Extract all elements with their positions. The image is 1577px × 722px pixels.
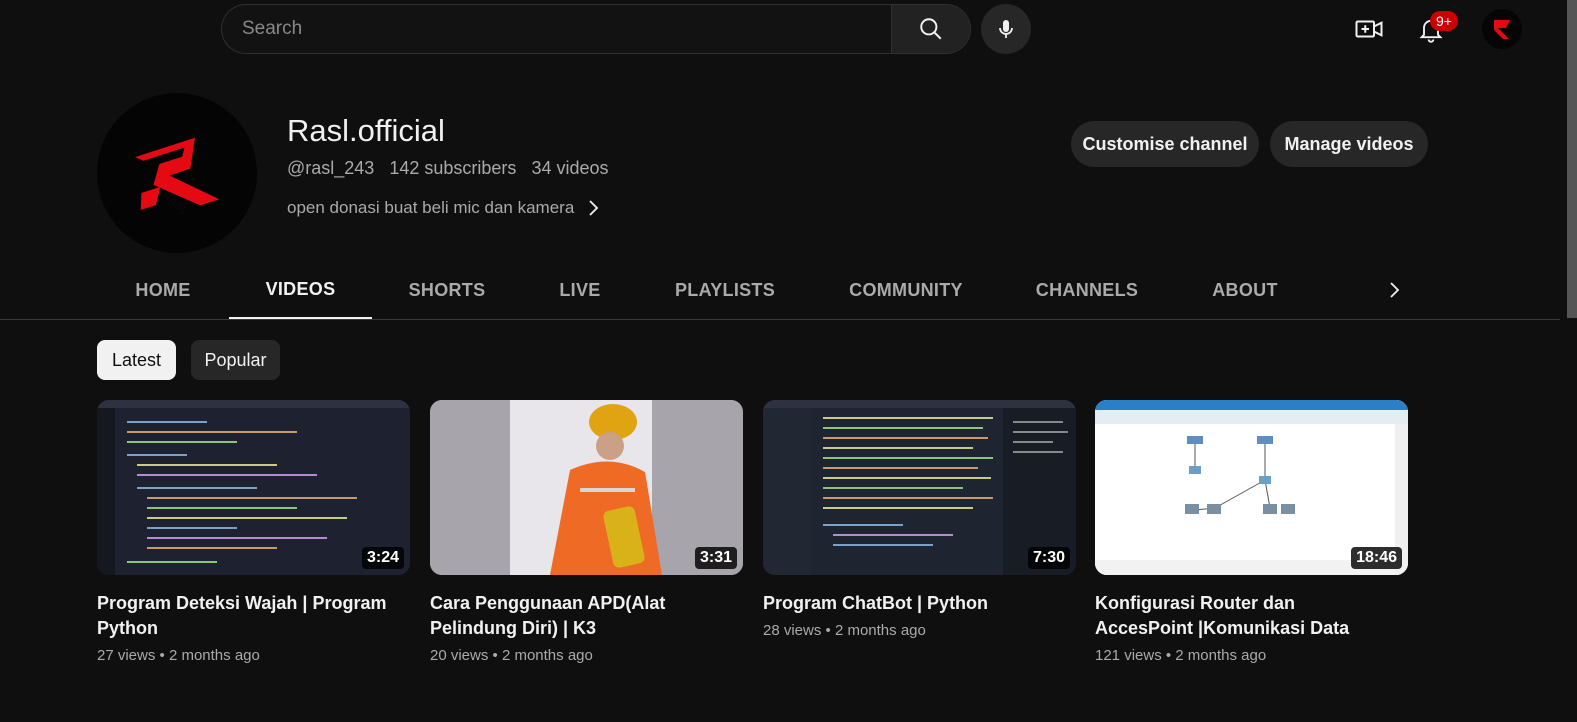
mic-icon <box>999 20 1013 38</box>
tab-channels[interactable]: CHANNELS <box>1027 262 1147 318</box>
video-card[interactable]: 3:31 Cara Penggunaan APD(Alat Pelindung … <box>430 400 743 664</box>
video-duration: 7:30 <box>1027 547 1070 569</box>
tab-about[interactable]: ABOUT <box>1200 262 1290 318</box>
channel-description-text: open donasi buat beli mic dan kamera <box>287 198 575 217</box>
video-duration: 3:31 <box>694 547 737 569</box>
view-count: 28 views <box>763 622 822 639</box>
video-thumbnail[interactable]: 3:31 <box>430 400 743 575</box>
chevron-right-icon <box>589 200 599 216</box>
video-meta: 27 views • 2 months ago <box>97 647 260 664</box>
tab-live[interactable]: LIVE <box>545 262 615 318</box>
video-thumbnail[interactable]: 7:30 <box>763 400 1076 575</box>
search-button[interactable] <box>891 5 970 53</box>
upload-age: 2 months ago <box>834 622 926 639</box>
account-avatar[interactable] <box>1482 9 1522 49</box>
view-count: 27 views <box>97 647 156 664</box>
video-title[interactable]: Konfigurasi Router dan AccesPoint |Komun… <box>1095 591 1395 641</box>
upload-age: 2 months ago <box>1175 647 1267 664</box>
video-duration: 18:46 <box>1351 547 1402 569</box>
create-button[interactable] <box>1352 12 1386 46</box>
subscriber-count: 142 subscribers <box>389 158 517 178</box>
video-card[interactable]: 3:24 Program Deteksi Wajah | Program Pyt… <box>97 400 410 664</box>
tab-videos[interactable]: VIDEOS <box>229 262 372 320</box>
tab-shorts[interactable]: SHORTS <box>397 262 497 318</box>
tab-home[interactable]: HOME <box>118 262 208 318</box>
channel-logo-icon: RASL <box>135 137 220 218</box>
channel-handle: @rasl_243 <box>287 158 375 178</box>
video-title[interactable]: Cara Penggunaan APD(Alat Pelindung Diri)… <box>430 591 730 641</box>
video-meta: 121 views • 2 months ago <box>1095 647 1267 664</box>
video-title[interactable]: Program Deteksi Wajah | Program Python <box>97 591 397 641</box>
channel-name: Rasl.official <box>287 113 445 148</box>
video-count: 34 videos <box>531 158 609 178</box>
video-thumbnail[interactable]: 3:24 <box>97 400 410 575</box>
video-title[interactable]: Program ChatBot | Python <box>763 591 1063 616</box>
upload-age: 2 months ago <box>501 647 593 664</box>
search-icon <box>920 18 942 40</box>
view-count: 121 views <box>1095 647 1162 664</box>
channel-tabs: HOME VIDEOS SHORTS LIVE PLAYLISTS COMMUN… <box>0 262 1560 320</box>
channel-description[interactable]: open donasi buat beli mic dan kamera <box>287 198 600 218</box>
chip-latest[interactable]: Latest <box>97 340 176 380</box>
create-video-icon <box>1355 20 1383 38</box>
video-card[interactable]: 18:46 Konfigurasi Router dan AccesPoint … <box>1095 400 1408 664</box>
channel-avatar: RASL <box>97 93 257 253</box>
video-meta: 20 views • 2 months ago <box>430 647 593 664</box>
tabs-divider <box>0 319 1560 320</box>
chip-popular[interactable]: Popular <box>191 340 280 380</box>
rasl-logo-icon <box>1494 20 1510 39</box>
search-box <box>221 4 971 54</box>
chevron-right-icon <box>1390 282 1400 298</box>
upload-age: 2 months ago <box>168 647 260 664</box>
search-input[interactable] <box>222 5 891 53</box>
video-duration: 3:24 <box>361 547 404 569</box>
tab-playlists[interactable]: PLAYLISTS <box>665 262 785 318</box>
view-count: 20 views <box>430 647 489 664</box>
video-thumbnail[interactable]: 18:46 <box>1095 400 1408 575</box>
customise-channel-button[interactable]: Customise channel <box>1071 121 1259 167</box>
tabs-scroll-right-button[interactable] <box>1380 276 1408 304</box>
manage-videos-button[interactable]: Manage videos <box>1270 121 1428 167</box>
video-meta: 28 views • 2 months ago <box>763 622 926 639</box>
voice-search-button[interactable] <box>981 4 1031 54</box>
channel-meta: @rasl_243 142 subscribers 34 videos <box>287 158 609 179</box>
tab-community[interactable]: COMMUNITY <box>836 262 976 318</box>
video-card[interactable]: 7:30 Program ChatBot | Python 28 views •… <box>763 400 1076 639</box>
notification-count-badge: 9+ <box>1430 11 1458 31</box>
page-scrollbar[interactable] <box>1567 0 1577 318</box>
